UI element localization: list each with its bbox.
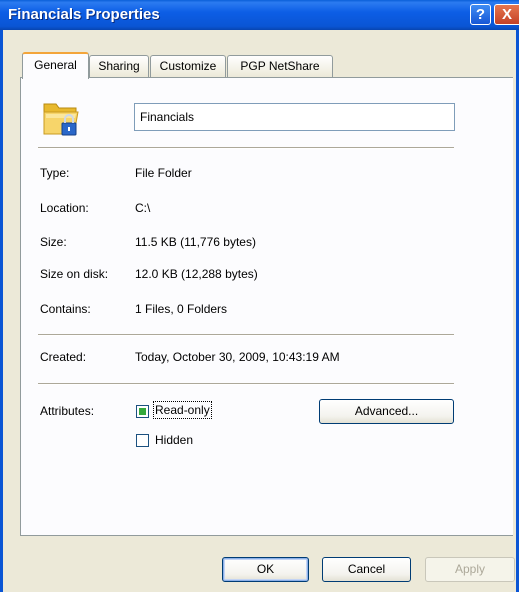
tab-label: General (34, 58, 77, 72)
close-icon: X (501, 6, 512, 23)
hidden-checkbox[interactable] (136, 434, 149, 447)
close-button[interactable]: X (494, 4, 519, 25)
tab-pgp-netshare[interactable]: PGP NetShare (227, 55, 333, 77)
ok-button-label: OK (256, 562, 275, 576)
hidden-label[interactable]: Hidden (155, 433, 193, 447)
contains-label: Contains: (40, 302, 91, 316)
apply-button[interactable]: Apply (425, 557, 515, 582)
tab-label: Sharing (98, 59, 140, 73)
cancel-button[interactable]: Cancel (322, 557, 411, 582)
location-value: C:\ (135, 201, 151, 215)
attributes-label: Attributes: (40, 404, 95, 418)
title-bar[interactable]: Financials Properties ? X (0, 0, 519, 30)
type-label: Type: (40, 166, 70, 180)
created-label: Created: (40, 350, 87, 364)
advanced-button-label: Advanced... (354, 404, 419, 418)
properties-dialog: Financials Properties ? X General Sharin… (0, 0, 519, 592)
created-value: Today, October 30, 2009, 10:43:19 AM (135, 350, 340, 364)
size-label: Size: (40, 235, 67, 249)
cancel-button-label: Cancel (347, 562, 386, 576)
general-tab-panel (20, 77, 513, 536)
locked-folder-icon (42, 98, 86, 141)
advanced-button[interactable]: Advanced... (319, 399, 454, 424)
tab-sharing[interactable]: Sharing (89, 55, 149, 77)
tab-customize[interactable]: Customize (150, 55, 226, 77)
readonly-checkbox[interactable] (136, 405, 149, 418)
size-value: 11.5 KB (11,776 bytes) (135, 235, 256, 249)
ok-button[interactable]: OK (222, 557, 309, 582)
tab-general[interactable]: General (22, 52, 89, 79)
size-on-disk-label: Size on disk: (40, 267, 109, 281)
tab-label: PGP NetShare (240, 59, 320, 73)
divider (38, 334, 454, 336)
apply-button-label: Apply (454, 562, 486, 576)
tab-label: Customize (159, 59, 217, 73)
divider (38, 147, 454, 149)
size-on-disk-value: 12.0 KB (12,288 bytes) (135, 267, 258, 281)
folder-name-input[interactable]: Financials (134, 103, 455, 131)
location-label: Location: (40, 201, 89, 215)
contains-value: 1 Files, 0 Folders (135, 302, 228, 316)
window-frame-left (0, 30, 3, 592)
window-title: Financials Properties (8, 6, 160, 23)
readonly-label[interactable]: Read-only (153, 401, 212, 419)
type-value: File Folder (135, 166, 192, 180)
divider (38, 383, 454, 385)
question-mark-icon: ? (475, 6, 486, 23)
help-button[interactable]: ? (470, 4, 491, 25)
